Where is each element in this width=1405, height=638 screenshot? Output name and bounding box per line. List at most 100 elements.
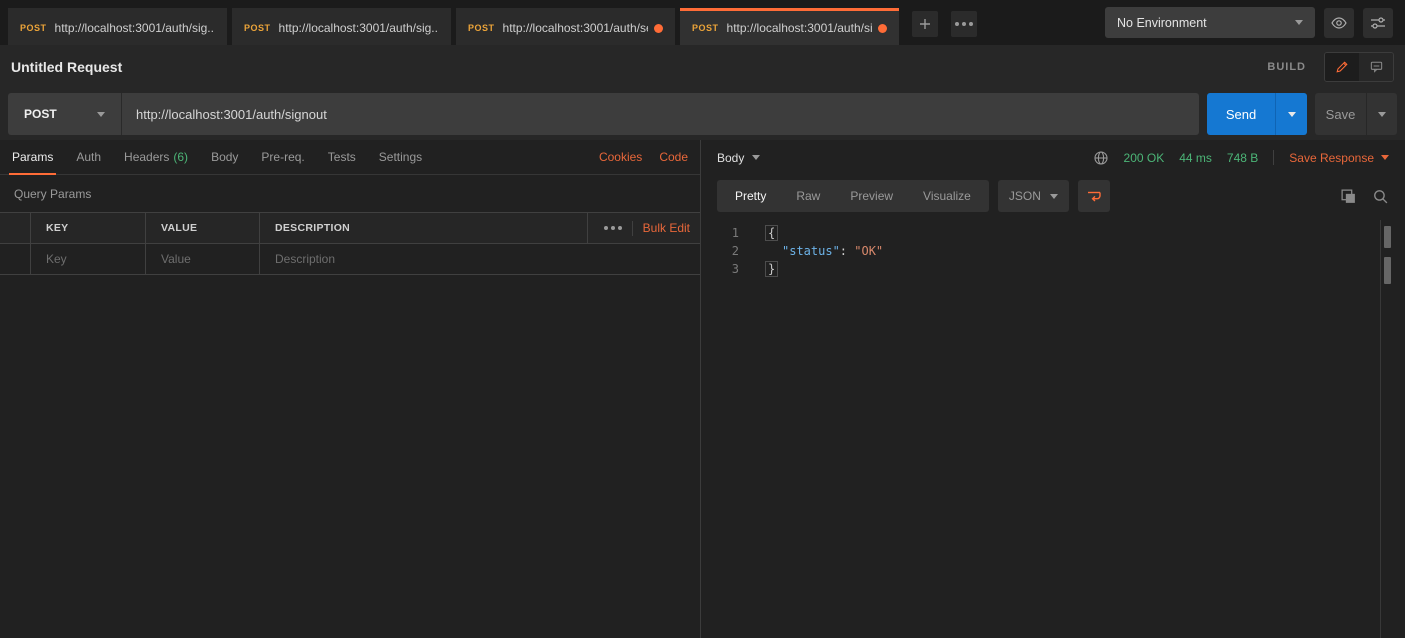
param-key-input[interactable]: [46, 252, 130, 266]
more-options-icon: [955, 22, 973, 26]
send-button[interactable]: Send: [1207, 93, 1275, 135]
send-button-label: Send: [1226, 107, 1256, 122]
bulk-edit-link[interactable]: Bulk Edit: [643, 221, 690, 235]
query-params-empty-row: [0, 244, 700, 275]
param-description-input[interactable]: [275, 252, 685, 266]
save-options-button[interactable]: [1366, 93, 1397, 135]
response-size-badge: 748 B: [1227, 151, 1258, 165]
tab-pre-request[interactable]: Pre-req.: [261, 140, 304, 174]
request-editor-panel: Params Auth Headers (6) Body Pre-req. Te…: [0, 140, 701, 638]
tab-headers[interactable]: Headers (6): [124, 140, 188, 174]
new-tab-button[interactable]: [912, 11, 938, 37]
send-options-button[interactable]: [1275, 93, 1307, 135]
environment-settings-button[interactable]: [1363, 8, 1393, 38]
tab-options-button[interactable]: [951, 11, 977, 37]
mode-toggle-group: [1324, 52, 1394, 82]
save-button[interactable]: Save: [1315, 93, 1366, 135]
edit-mode-button[interactable]: [1325, 53, 1359, 81]
tab-url: http://localhost:3001/auth/sig...: [727, 21, 872, 35]
tab-params-label: Params: [12, 150, 53, 164]
headers-count-badge: (6): [173, 150, 188, 164]
response-metrics: 200 OK 44 ms 748 B Save Response: [1093, 150, 1389, 166]
comment-icon: [1369, 59, 1384, 74]
line-number: 2: [701, 243, 751, 261]
line-number: 1: [701, 225, 751, 243]
request-tab-list: POST http://localhost:3001/auth/sig... P…: [8, 8, 977, 45]
http-method-selector[interactable]: POST: [8, 93, 122, 135]
view-tab-raw[interactable]: Raw: [781, 180, 835, 212]
code-line: 1 {: [701, 225, 1405, 243]
divider: [632, 221, 633, 236]
query-params-table: KEY VALUE DESCRIPTION Bulk Edit: [0, 212, 700, 275]
scrollbar-thumb[interactable]: [1384, 257, 1391, 284]
code-line: 2 "status": "OK": [701, 243, 1405, 261]
save-button-label: Save: [1326, 107, 1356, 122]
request-url-row: POST Send Save: [0, 88, 1405, 140]
json-key-token: "status": [782, 244, 840, 258]
request-title[interactable]: Untitled Request: [11, 59, 122, 75]
tab-headers-label: Headers: [124, 150, 169, 164]
view-tab-visualize[interactable]: Visualize: [908, 180, 986, 212]
wrap-lines-button[interactable]: [1078, 180, 1110, 212]
more-options-icon[interactable]: [604, 226, 622, 230]
close-brace-token: }: [765, 261, 778, 277]
table-controls-cell: Bulk Edit: [587, 213, 700, 243]
tab-pre-request-label: Pre-req.: [261, 150, 304, 164]
query-params-title: Query Params: [0, 175, 700, 212]
copy-icon[interactable]: [1340, 188, 1357, 205]
cookies-link[interactable]: Cookies: [599, 150, 642, 164]
save-response-label: Save Response: [1289, 151, 1374, 165]
response-body-dropdown[interactable]: Body: [717, 151, 760, 165]
tab-params[interactable]: Params: [12, 140, 53, 174]
view-tab-pretty[interactable]: Pretty: [720, 180, 781, 212]
column-header-value: VALUE: [145, 213, 259, 243]
response-toolbar: Pretty Raw Preview Visualize JSON: [701, 175, 1405, 217]
unsaved-changes-dot: [878, 24, 887, 33]
chevron-down-icon: [1050, 194, 1058, 199]
scrollbar-track: [1380, 220, 1381, 638]
main-content: Params Auth Headers (6) Body Pre-req. Te…: [0, 140, 1405, 638]
column-header-key: KEY: [30, 213, 145, 243]
request-url-input[interactable]: [122, 93, 1199, 135]
plus-icon: [919, 18, 931, 30]
tab-url: http://localhost:3001/auth/sig...: [55, 21, 215, 35]
request-tab-4-active[interactable]: POST http://localhost:3001/auth/sig...: [680, 8, 899, 45]
response-meta-row: Body 200 OK 44 ms 748 B Save Response: [701, 140, 1405, 175]
tab-settings[interactable]: Settings: [379, 140, 422, 174]
tab-tests[interactable]: Tests: [328, 140, 356, 174]
line-number: 3: [701, 261, 751, 279]
json-value-token: "OK": [854, 244, 883, 258]
environment-quick-look-button[interactable]: [1324, 8, 1354, 38]
tab-url: http://localhost:3001/auth/ses...: [503, 21, 648, 35]
tab-method-badge: POST: [244, 23, 271, 33]
environment-selector[interactable]: No Environment: [1105, 7, 1315, 38]
tab-auth[interactable]: Auth: [76, 140, 101, 174]
tab-body[interactable]: Body: [211, 140, 238, 174]
request-tab-2[interactable]: POST http://localhost:3001/auth/sig...: [232, 8, 451, 45]
request-tab-3[interactable]: POST http://localhost:3001/auth/ses...: [456, 8, 675, 45]
scrollbar-thumb[interactable]: [1384, 226, 1391, 248]
tab-settings-label: Settings: [379, 150, 422, 164]
send-button-group: Send: [1207, 93, 1307, 135]
environment-area: No Environment: [1105, 0, 1405, 45]
view-tab-preview[interactable]: Preview: [835, 180, 908, 212]
response-view-switcher: Pretty Raw Preview Visualize: [717, 180, 989, 212]
column-header-description: DESCRIPTION: [259, 213, 587, 243]
code-link[interactable]: Code: [659, 150, 688, 164]
chevron-down-icon: [97, 112, 105, 117]
row-handle-cell: [0, 244, 30, 274]
response-panel: Body 200 OK 44 ms 748 B Save Response: [701, 140, 1405, 638]
open-brace-token: {: [765, 225, 778, 241]
response-format-selector[interactable]: JSON: [998, 180, 1069, 212]
request-tab-1[interactable]: POST http://localhost:3001/auth/sig...: [8, 8, 227, 45]
tab-url: http://localhost:3001/auth/sig...: [279, 21, 439, 35]
network-globe-icon[interactable]: [1093, 150, 1109, 166]
search-icon[interactable]: [1372, 188, 1389, 205]
save-response-button[interactable]: Save Response: [1289, 151, 1389, 165]
param-value-input[interactable]: [161, 252, 244, 266]
pencil-icon: [1335, 60, 1349, 74]
chevron-down-icon: [1288, 112, 1296, 117]
top-tab-strip: POST http://localhost:3001/auth/sig... P…: [0, 0, 1405, 45]
tab-body-label: Body: [211, 150, 238, 164]
comments-button[interactable]: [1359, 53, 1393, 81]
